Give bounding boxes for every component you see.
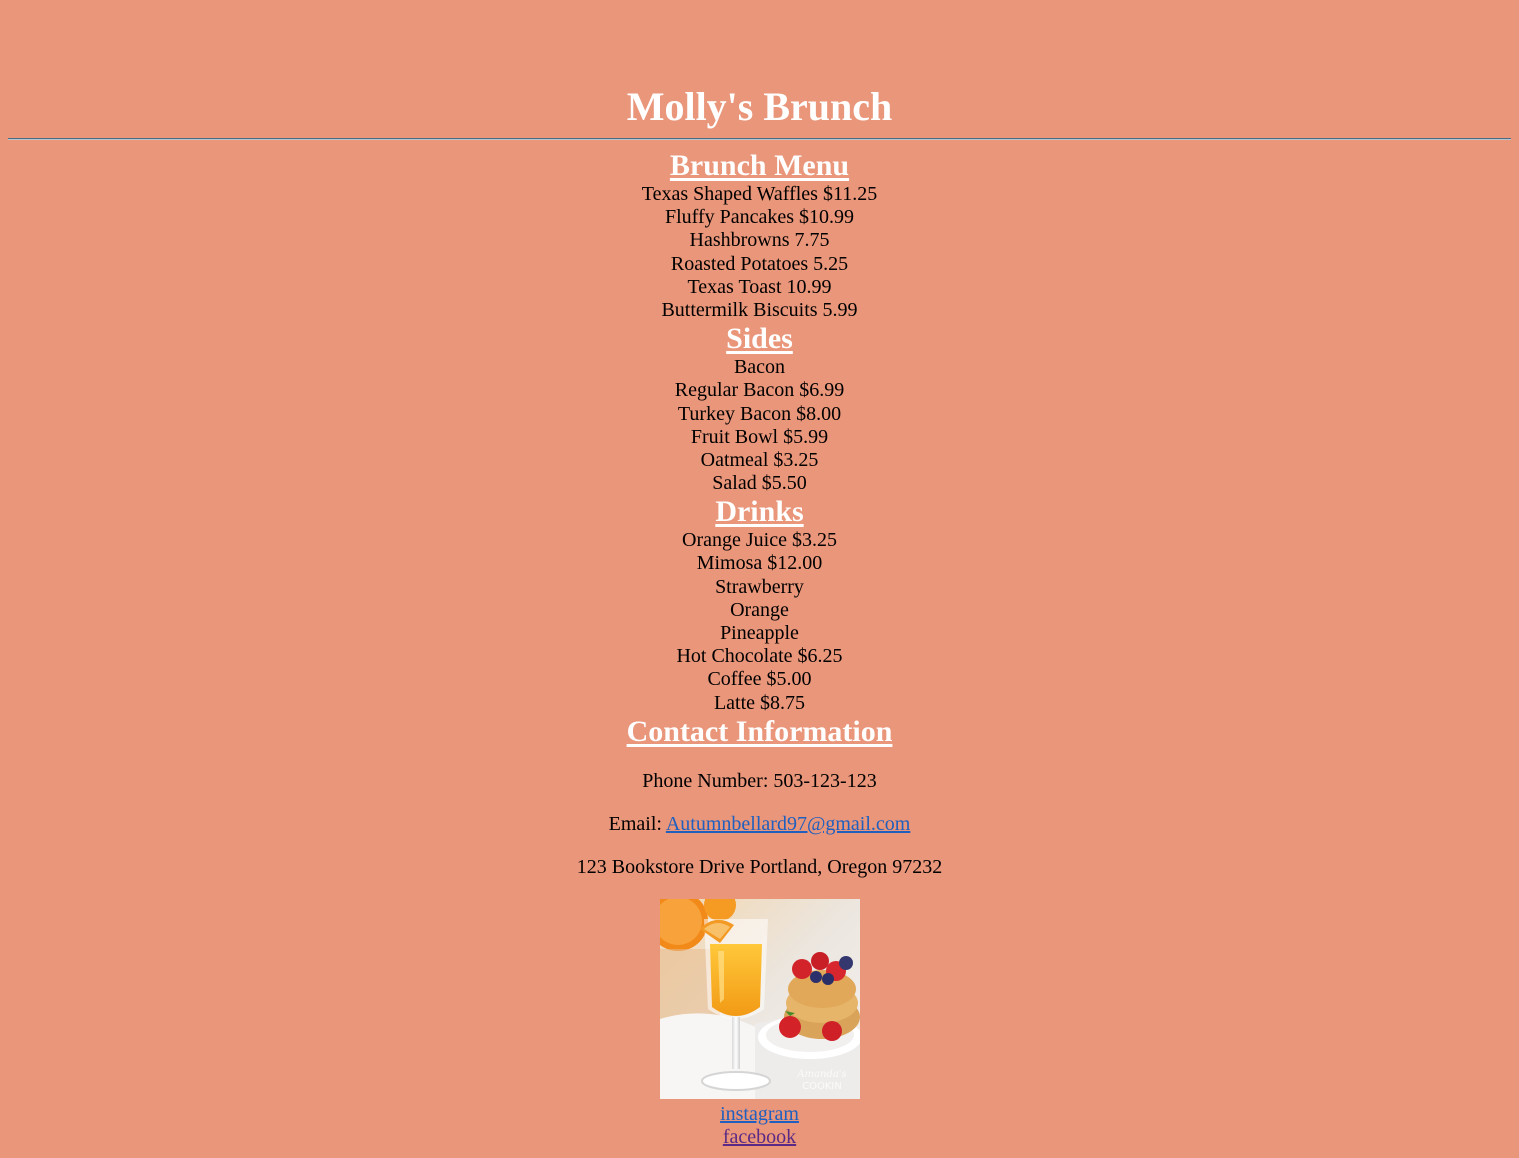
mimosa-waffle-photo: Amanda's COOKIN [659, 898, 860, 1099]
brunch-menu-list: Texas Shaped Waffles $11.25 Fluffy Panca… [8, 183, 1511, 322]
svg-text:COOKIN: COOKIN [802, 1081, 842, 1092]
menu-item: Buttermilk Biscuits 5.99 [661, 298, 858, 321]
menu-item: Salad $5.50 [712, 472, 807, 495]
address: 123 Bookstore Drive Portland, Oregon 972… [576, 855, 943, 878]
email-link[interactable]: Autumnbellard97@gmail.com [666, 813, 910, 835]
drinks-list: Orange Juice $3.25 Mimosa $12.00 Strawbe… [8, 529, 1511, 715]
menu-item: Turkey Bacon $8.00 [677, 402, 842, 425]
menu-item: Texas Toast 10.99 [687, 275, 832, 298]
menu-item: Coffee $5.00 [707, 668, 812, 691]
contact-heading: Contact Information [626, 714, 893, 748]
social-item: facebook [8, 1126, 1511, 1149]
menu-item: Mimosa $12.00 [696, 552, 823, 575]
menu-item: Oatmeal $3.25 [700, 448, 819, 471]
phone-number: Phone Number: 503-123-123 [642, 769, 877, 792]
menu-item: Strawberry [715, 575, 804, 598]
menu-item: Bacon [733, 356, 786, 379]
menu-item: Regular Bacon $6.99 [674, 379, 845, 402]
photo-container: Amanda's COOKIN [8, 898, 1511, 1099]
instagram-link[interactable]: instagram [720, 1103, 799, 1125]
menu-item: Fluffy Pancakes $10.99 [664, 206, 855, 229]
social-item: instagram [8, 1103, 1511, 1126]
menu-item: Fruit Bowl $5.99 [690, 425, 829, 448]
brunch-menu-heading: Brunch Menu [669, 149, 850, 182]
menu-item: Latte $8.75 [713, 691, 806, 714]
facebook-link[interactable]: facebook [723, 1126, 796, 1148]
page: Molly's Brunch Brunch Menu Texas Shaped … [8, 0, 1511, 1149]
menu-item: Roasted Potatoes 5.25 [670, 252, 849, 275]
menu-item: Hashbrowns 7.75 [689, 229, 830, 252]
menu-item: Pineapple [720, 622, 799, 644]
menu-item: Texas Shaped Waffles $11.25 [641, 183, 878, 205]
social-links: instagram facebook [8, 1103, 1511, 1149]
menu-item: Orange Juice $3.25 [682, 529, 837, 552]
email-label: Email: [608, 812, 666, 835]
title-divider [8, 138, 1511, 140]
drinks-heading: Drinks [715, 495, 804, 529]
menu-item: Orange [730, 598, 789, 621]
sides-list: Bacon Regular Bacon $6.99 Turkey Bacon $… [8, 356, 1511, 495]
svg-text:Amanda's: Amanda's [796, 1069, 846, 1080]
menu-item: Hot Chocolate $6.25 [676, 645, 843, 668]
email-line: Email: Autumnbellard97@gmail.com [8, 813, 1511, 836]
site-title: Molly's Brunch [626, 84, 893, 129]
sides-heading: Sides [726, 322, 793, 356]
